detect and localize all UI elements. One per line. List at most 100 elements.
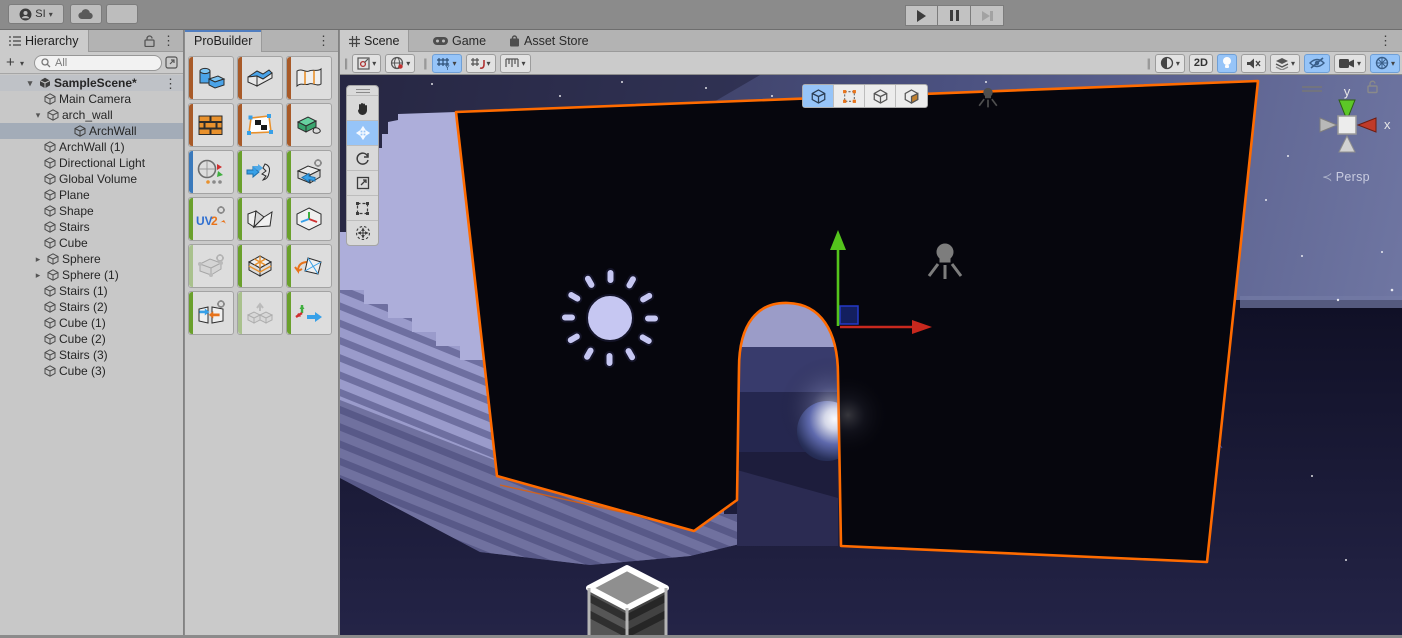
hierarchy-item[interactable]: Plane — [0, 187, 183, 203]
hierarchy-item[interactable]: Cube (1) — [0, 315, 183, 331]
blank-button[interactable] — [106, 4, 138, 24]
hierarchy-item[interactable]: Main Camera — [0, 91, 183, 107]
pause-button[interactable] — [938, 5, 971, 26]
uv-editor-tool[interactable] — [237, 103, 283, 147]
gameobject-icon — [47, 109, 59, 121]
move-tool[interactable] — [347, 120, 378, 145]
merge-objects-tool[interactable] — [237, 291, 283, 335]
hierarchy-item[interactable]: ▸ Sphere — [0, 251, 183, 267]
vertex-colors-tool[interactable] — [286, 103, 332, 147]
person-icon — [19, 8, 32, 20]
face-mode-button[interactable] — [896, 85, 927, 107]
scene-tabbar: Scene Game Asset Store ⋮ — [340, 30, 1402, 52]
hierarchy-menu-icon[interactable]: ⋮ — [162, 34, 175, 47]
material-editor-tool[interactable] — [188, 103, 234, 147]
hierarchy-item[interactable]: ▸ Sphere (1) — [0, 267, 183, 283]
snap-increment-button[interactable]: ▾ — [499, 53, 531, 73]
vertex-mode-button[interactable] — [834, 85, 865, 107]
rotate-tool[interactable] — [347, 145, 378, 170]
hierarchy-item[interactable]: Shape — [0, 203, 183, 219]
hierarchy-item[interactable]: Cube (3) — [0, 363, 183, 379]
audio-mute-button[interactable] — [1240, 53, 1266, 73]
hierarchy-item-selected[interactable]: ArchWall — [0, 123, 183, 139]
shading-mode-button[interactable]: ▾ — [1154, 53, 1185, 73]
gameobject-icon — [44, 221, 56, 233]
play-button[interactable] — [905, 5, 938, 26]
tab-probuilder[interactable]: ProBuilder — [185, 30, 263, 52]
cloud-button[interactable] — [70, 4, 102, 24]
step-button[interactable] — [971, 5, 1004, 26]
tab-scene[interactable]: Scene — [340, 30, 410, 52]
grid-visibility-button[interactable]: Y ▾ — [431, 53, 462, 73]
hierarchy-item[interactable]: Stairs (1) — [0, 283, 183, 299]
drag-handle[interactable]: || — [1147, 56, 1151, 70]
hierarchy-item[interactable]: Cube (2) — [0, 331, 183, 347]
scene-menu-icon[interactable]: ⋮ — [164, 77, 177, 90]
overlay-drag-handle[interactable] — [347, 86, 378, 95]
collapse-arrow-icon[interactable]: ▸ — [32, 254, 44, 265]
expand-arrow-icon[interactable]: ▾ — [24, 78, 36, 89]
scene-lighting-button[interactable] — [1216, 53, 1237, 73]
projection-label[interactable]: ≺ Persp — [1322, 169, 1370, 184]
hierarchy-item[interactable]: Directional Light — [0, 155, 183, 171]
popout-icon[interactable] — [165, 56, 178, 69]
effects-button[interactable]: ▾ — [1269, 53, 1300, 73]
center-pivot-tool[interactable] — [286, 197, 332, 241]
probuilderize-tool[interactable] — [237, 150, 283, 194]
tab-asset-store[interactable]: Asset Store — [500, 30, 598, 52]
search-input[interactable]: All — [34, 55, 162, 71]
new-shape-icon — [199, 67, 226, 89]
expand-arrow-icon[interactable]: ▾ — [32, 110, 44, 121]
add-object-button[interactable]: + — [6, 54, 15, 71]
conform-normals-tool[interactable] — [188, 244, 234, 288]
collapse-arrow-icon[interactable]: ▸ — [32, 270, 44, 281]
new-bezier-shape-tool[interactable] — [286, 56, 332, 100]
lightmap-uvs-tool[interactable]: UV 2 — [188, 197, 234, 241]
mirror-objects-tool[interactable] — [188, 291, 234, 335]
triangulate-icon — [294, 257, 322, 275]
tab-hierarchy[interactable]: Hierarchy — [0, 30, 89, 52]
hierarchy-item[interactable]: ▾ arch_wall — [0, 107, 183, 123]
scene-row[interactable]: ▾ SampleScene* ⋮ — [0, 75, 183, 91]
transform-tool[interactable] — [347, 220, 378, 245]
camera-settings-button[interactable]: ▾ — [1333, 53, 1366, 73]
export-tool[interactable] — [286, 150, 332, 194]
view-tool[interactable] — [347, 95, 378, 120]
flip-normals-tool[interactable] — [237, 197, 283, 241]
smoothing-groups-icon — [197, 159, 223, 184]
hierarchy-item[interactable]: Stairs — [0, 219, 183, 235]
object-mode-button[interactable] — [803, 85, 834, 107]
triangulate-tool[interactable] — [286, 244, 332, 288]
hierarchy-item[interactable]: Stairs (3) — [0, 347, 183, 363]
scene-visibility-button[interactable] — [1303, 53, 1330, 73]
hierarchy-item[interactable]: Stairs (2) — [0, 299, 183, 315]
gizmos-button[interactable]: ▾ — [1369, 53, 1400, 73]
drag-handle[interactable]: || — [423, 56, 427, 70]
scene-viewport[interactable]: y x ≺ Persp — [340, 75, 1402, 638]
tab-game[interactable]: Game — [424, 30, 495, 52]
add-object-caret-icon[interactable]: ▾ — [20, 59, 24, 68]
scale-tool[interactable] — [347, 170, 378, 195]
lightbulb-icon — [1222, 57, 1231, 68]
hierarchy-item[interactable]: Global Volume — [0, 171, 183, 187]
subdivide-object-tool[interactable] — [237, 244, 283, 288]
hierarchy-item[interactable]: ArchWall (1) — [0, 139, 183, 155]
new-poly-shape-tool[interactable] — [237, 56, 283, 100]
scene-menu-icon[interactable]: ⋮ — [1379, 34, 1392, 47]
pause-icon — [949, 10, 959, 21]
probuilder-menu-icon[interactable]: ⋮ — [317, 34, 330, 47]
new-shape-tool[interactable] — [188, 56, 234, 100]
drag-handle[interactable]: || — [344, 56, 348, 70]
edge-mode-button[interactable] — [865, 85, 896, 107]
rect-tool[interactable] — [347, 195, 378, 220]
lock-icon[interactable] — [144, 35, 155, 47]
hierarchy-item[interactable]: Cube — [0, 235, 183, 251]
smoothing-groups-tool[interactable] — [188, 150, 234, 194]
freeze-transform-tool[interactable] — [286, 291, 332, 335]
account-button[interactable]: SI ▾ — [8, 4, 64, 24]
handle-orientation-button[interactable]: ▾ — [385, 53, 416, 73]
axis-x-cone — [1356, 117, 1377, 133]
tool-settings-button[interactable]: ▾ — [352, 53, 382, 73]
grid-snapping-button[interactable]: ▾ — [465, 53, 496, 73]
2d-mode-button[interactable]: 2D — [1188, 53, 1213, 73]
